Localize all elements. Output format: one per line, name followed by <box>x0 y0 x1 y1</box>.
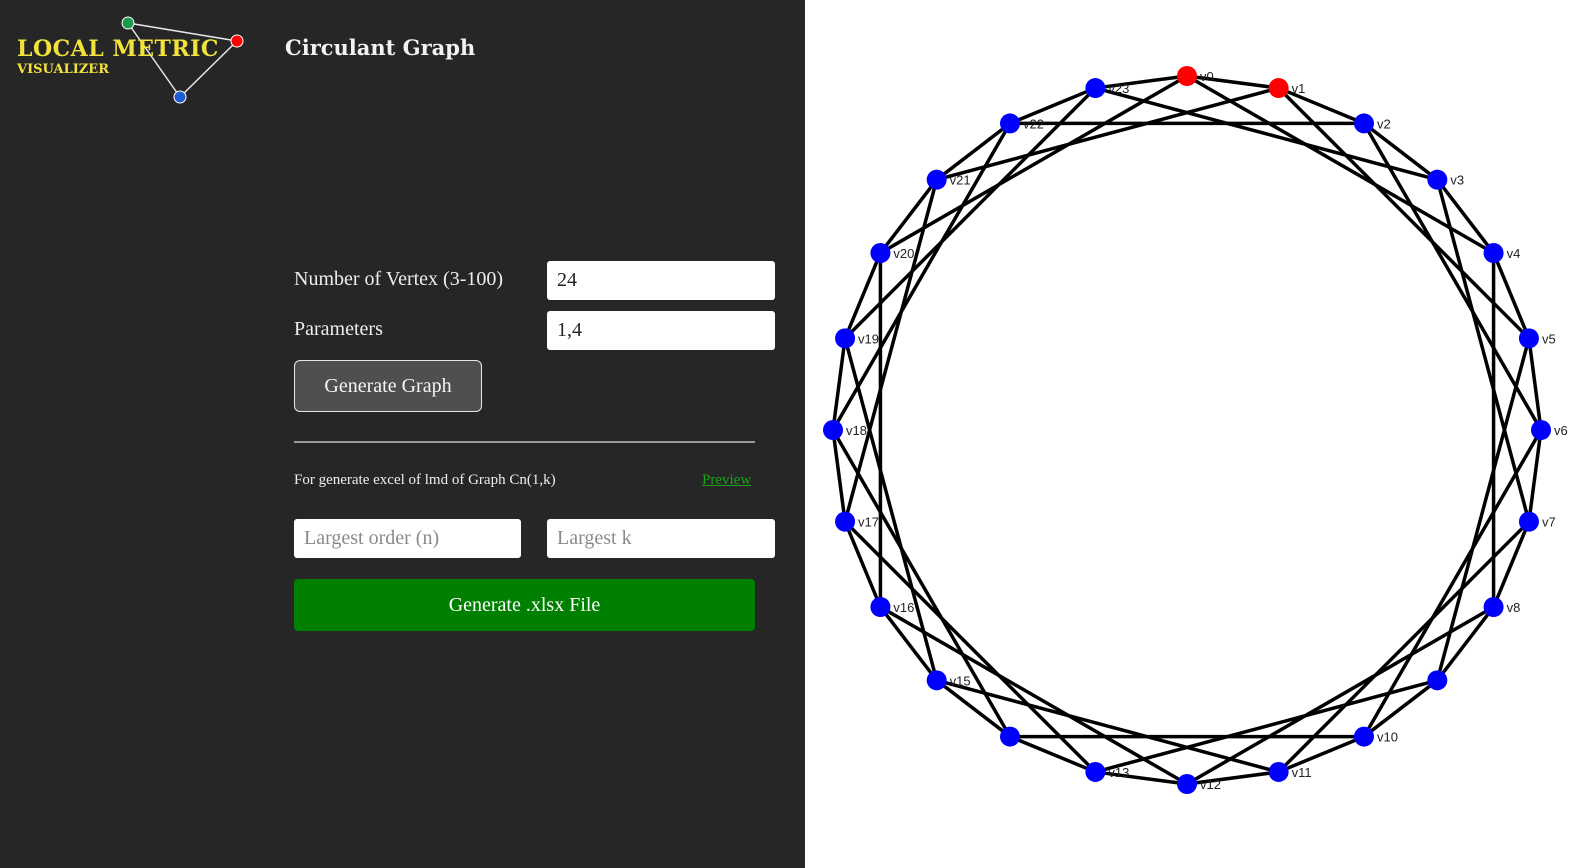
graph-vertex[interactable] <box>1483 597 1504 617</box>
graph-vertex[interactable] <box>1085 78 1106 99</box>
vertex-count-input[interactable]: 24 <box>547 261 775 300</box>
graph-edge <box>1491 520 1531 608</box>
graph-edge <box>1186 605 1495 786</box>
sidebar: LOCAL METRIC VISUALIZER Circulant Graph … <box>0 0 805 868</box>
graph-vertex[interactable] <box>1518 328 1539 349</box>
graph-edge <box>843 179 939 523</box>
vertex-label: v22 <box>1023 116 1044 131</box>
vertex-label: v8 <box>1507 600 1521 615</box>
logo-subtitle: VISUALIZER <box>17 62 110 77</box>
graph-vertex[interactable] <box>1354 726 1374 747</box>
vertex-label: v7 <box>1542 515 1556 530</box>
vertex-label: v18 <box>846 423 867 438</box>
graph-edge <box>843 252 883 340</box>
vertex-label: v5 <box>1542 331 1556 346</box>
graph-vertex[interactable] <box>870 597 891 617</box>
vertex-label: v6 <box>1554 423 1568 438</box>
vertex-label: v1 <box>1292 81 1306 96</box>
vertex-label: v2 <box>1377 116 1391 131</box>
graph-nodes <box>823 66 1551 794</box>
largest-k-input[interactable]: Largest k <box>547 519 775 558</box>
graph-vertex[interactable] <box>926 670 947 691</box>
graph-vertex[interactable] <box>1177 774 1197 794</box>
parameters-label: Parameters <box>294 318 383 340</box>
excel-description: For generate excel of lmd of Graph Cn(1,… <box>294 472 556 488</box>
graph-edge <box>1009 734 1097 774</box>
vertex-label: v19 <box>858 331 879 346</box>
app-logo[interactable]: LOCAL METRIC VISUALIZER <box>0 0 260 110</box>
graph-vertex[interactable] <box>926 169 947 190</box>
graph-edge <box>1094 678 1438 774</box>
graph-edge <box>1094 86 1438 182</box>
graph-vertex[interactable] <box>1354 113 1374 134</box>
graph-vertex[interactable] <box>1531 420 1551 440</box>
generate-graph-button[interactable]: Generate Graph <box>294 360 482 412</box>
parameters-input[interactable]: 1,4 <box>547 311 775 350</box>
graph-vertex[interactable] <box>823 420 843 440</box>
graph-edge <box>1277 520 1531 774</box>
graph-edge <box>1362 429 1543 738</box>
graph-edge <box>1435 337 1531 681</box>
graph-edge <box>936 678 1280 774</box>
logo-title: LOCAL METRIC <box>17 36 219 62</box>
graph-vertex[interactable] <box>1000 113 1020 134</box>
graph-edge <box>879 74 1188 255</box>
graph-vertex[interactable] <box>1268 761 1289 782</box>
graph-vertex[interactable] <box>1518 511 1539 532</box>
generate-xlsx-button[interactable]: Generate .xlsx File <box>294 579 755 631</box>
graph-edge <box>831 429 1012 738</box>
graph-vertex[interactable] <box>835 511 856 532</box>
graph-vertex[interactable] <box>1427 670 1448 691</box>
vertex-label: v10 <box>1377 730 1398 745</box>
vertex-label: v21 <box>950 173 971 188</box>
graph-edge <box>843 86 1097 340</box>
graph-vertex[interactable] <box>1177 66 1197 86</box>
graph-edge <box>843 520 1097 774</box>
vertex-label: v4 <box>1507 246 1521 261</box>
graph-edge <box>936 86 1280 182</box>
graph-edge <box>879 605 1188 786</box>
graph-vertex[interactable] <box>1483 243 1504 263</box>
graph-labels: v0 v1 v2 v3 v4 v5 v6 v7 v8 v10 v11 v12 v13 v15 v16 v17 v… <box>846 69 1568 792</box>
graph-edge <box>843 520 883 608</box>
graph-edge <box>843 337 939 681</box>
graph-edge <box>831 122 1012 431</box>
graph-vertex[interactable] <box>1085 761 1106 782</box>
graph-vertex[interactable] <box>835 328 856 349</box>
divider <box>294 441 755 443</box>
vertex-label: v20 <box>893 246 914 261</box>
graph-vertex[interactable] <box>1000 726 1020 747</box>
preview-link[interactable]: Preview <box>702 472 751 489</box>
vertex-label: v12 <box>1200 777 1221 792</box>
vertex-label: v15 <box>950 673 971 688</box>
graph-canvas[interactable]: v0 v1 v2 v3 v4 v5 v6 v7 v8 v10 v11 v12 v13 v15 v16 v17 v… <box>805 0 1582 868</box>
largest-order-input[interactable]: Largest order (n) <box>294 519 521 558</box>
graph-vertex[interactable] <box>1427 169 1448 190</box>
graph-edge <box>1491 252 1531 340</box>
vertex-label: v3 <box>1450 173 1464 188</box>
page-title: Circulant Graph <box>285 35 476 60</box>
graph-vertex[interactable] <box>870 243 891 263</box>
vertex-count-label: Number of Vertex (3-100) <box>294 268 504 290</box>
graph-vertex[interactable] <box>1268 78 1289 99</box>
vertex-label: v17 <box>858 515 879 530</box>
vertex-label: v0 <box>1200 69 1214 84</box>
vertex-label: v16 <box>893 600 914 615</box>
vertex-label: v23 <box>1108 81 1129 96</box>
graph-edge <box>1362 122 1543 431</box>
vertex-label: v11 <box>1292 765 1312 780</box>
vertex-label: v13 <box>1108 765 1129 780</box>
graph-edge <box>1435 179 1531 523</box>
graph-edge <box>1277 86 1531 340</box>
graph-edge <box>1186 74 1495 255</box>
